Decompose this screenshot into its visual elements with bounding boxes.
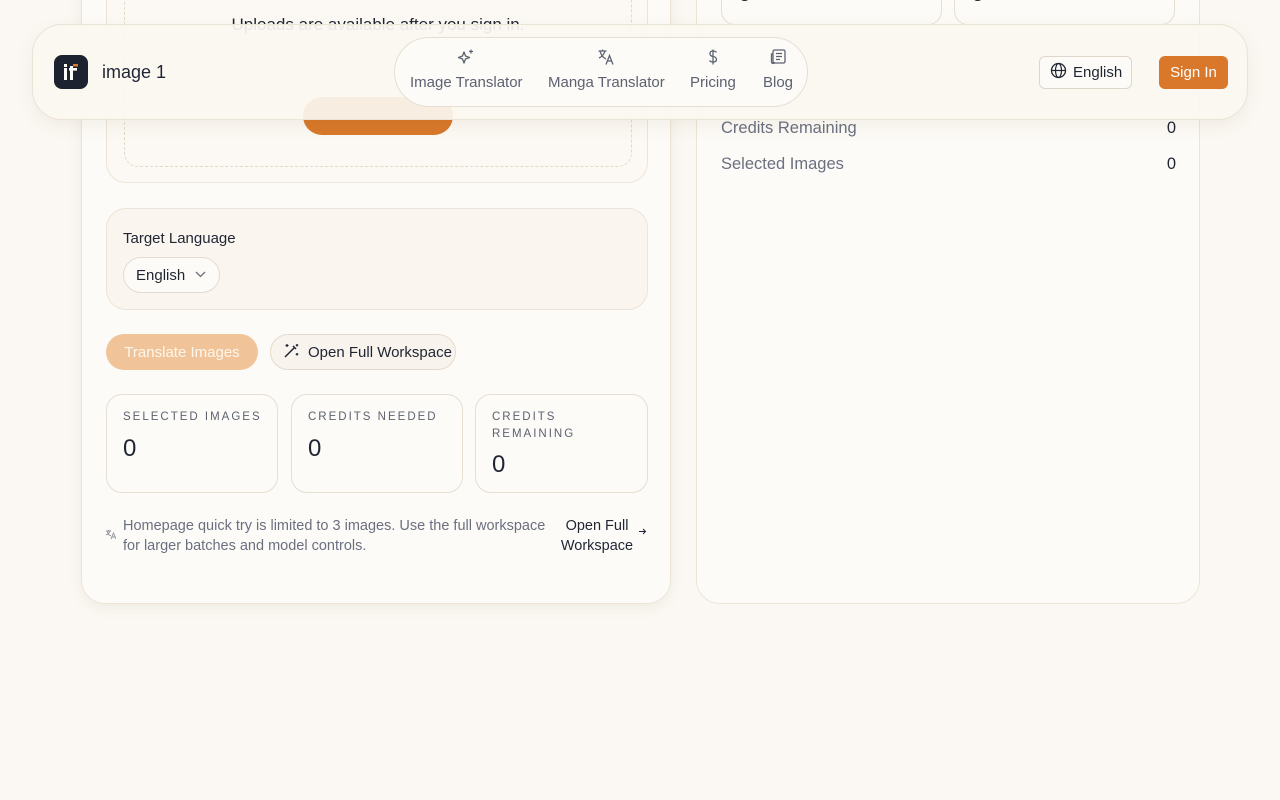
stat-label: SELECTED IMAGES	[123, 411, 262, 423]
stat-credits-remaining: CREDITS REMAINING 0	[475, 394, 648, 493]
nav-label: Pricing	[690, 74, 736, 91]
stat-value: 0	[123, 435, 137, 462]
nav-item-pricing[interactable]: Pricing	[690, 48, 736, 91]
target-language-select[interactable]: English	[123, 257, 220, 293]
target-language-value: English	[136, 266, 186, 284]
open-workspace-label: Open Full Workspace	[308, 343, 452, 361]
nav-item-blog[interactable]: Blog	[763, 48, 793, 91]
nav-label: Blog	[763, 74, 794, 91]
sign-in-button[interactable]: Sign In	[1159, 56, 1228, 89]
dollar-icon	[704, 48, 722, 66]
summary-stat-box: 0	[721, 0, 942, 25]
summary-row-selected-images: Selected Images 0	[721, 155, 1176, 174]
summary-row-credits-remaining: Credits Remaining 0	[721, 119, 1176, 138]
nav-label: Image Translator	[410, 74, 523, 91]
quick-try-note: Homepage quick try is limited to 3 image…	[123, 518, 546, 554]
stat-selected-images: SELECTED IMAGES 0	[106, 394, 278, 493]
target-language-panel: Target Language English	[106, 208, 648, 310]
open-workspace-button[interactable]: Open Full Workspace	[270, 334, 456, 370]
stat-label: CREDITS NEEDED	[308, 411, 438, 423]
chevron-down-icon	[195, 269, 206, 281]
summary-row-value: 0	[1166, 119, 1176, 137]
arrow-right-icon	[638, 527, 647, 539]
summary-row-label: Credits Remaining	[721, 119, 857, 137]
summary-row-label: Selected Images	[721, 155, 844, 173]
globe-icon	[1050, 62, 1067, 83]
nav-item-manga-translator[interactable]: Manga Translator	[548, 48, 665, 91]
stat-value: 0	[308, 435, 322, 462]
magic-wand-icon	[283, 342, 300, 363]
open-workspace-link[interactable]: Open Full Workspace	[544, 516, 650, 556]
main-nav: Image Translator Manga Translator Pricin…	[394, 37, 808, 107]
nav-label: Manga Translator	[548, 74, 665, 91]
brand-name[interactable]: image 1	[102, 62, 166, 83]
summary-stat-value: 0	[971, 0, 984, 8]
summary-row-value: 0	[1166, 155, 1176, 173]
translate-icon	[597, 48, 615, 66]
site-header: image 1 Image Translator Manga Translato…	[32, 24, 1248, 120]
language-label: English	[1073, 64, 1123, 81]
translate-images-button[interactable]: Translate Images	[106, 334, 258, 370]
nav-item-image-translator[interactable]: Image Translator	[410, 48, 523, 91]
stat-credits-needed: CREDITS NEEDED 0	[291, 394, 463, 493]
target-language-title: Target Language	[123, 230, 236, 247]
summary-stat-value: 0	[738, 0, 751, 8]
newspaper-icon	[769, 48, 787, 66]
translate-icon	[105, 529, 117, 543]
sparkles-icon	[457, 48, 475, 66]
stat-label: CREDITS REMAINING	[492, 411, 576, 440]
summary-stat-box: 0	[954, 0, 1175, 25]
stat-value: 0	[492, 451, 506, 478]
language-switcher[interactable]: English	[1039, 56, 1132, 89]
logo-icon[interactable]	[54, 55, 88, 89]
